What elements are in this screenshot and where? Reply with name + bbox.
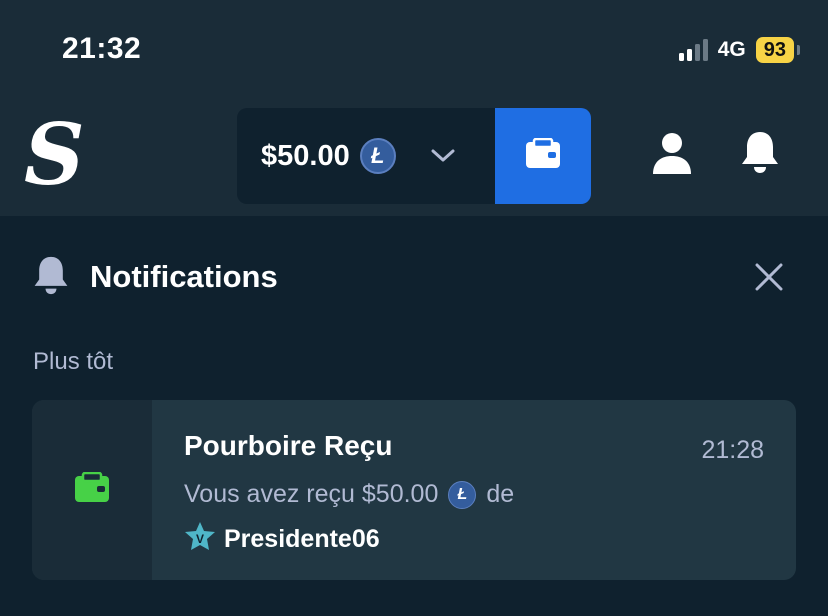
close-button[interactable] [752, 260, 786, 294]
chevron-down-icon [430, 143, 456, 169]
notification-message: Vous avez reçu $50.00 Ł de [184, 480, 764, 509]
sender-name: Presidente06 [224, 525, 380, 553]
notification-title: Pourboire Reçu [184, 430, 393, 461]
close-icon [755, 263, 783, 291]
wallet-icon [524, 137, 562, 175]
bell-icon [740, 130, 780, 179]
notification-time: 21:28 [701, 436, 764, 464]
notification-sender[interactable]: V Presidente06 [184, 521, 764, 558]
notification-item[interactable]: Pourboire Reçu 21:28 Vous avez reçu $50.… [32, 400, 796, 580]
litecoin-icon: Ł [359, 138, 396, 174]
battery-indicator: 93 [755, 37, 801, 63]
notification-body: Pourboire Reçu 21:28 Vous avez reçu $50.… [152, 400, 796, 580]
litecoin-icon: Ł [448, 480, 477, 509]
notifications-button[interactable] [738, 130, 782, 178]
balance-group: $50.00 Ł [237, 108, 591, 204]
wallet-button[interactable] [495, 108, 591, 204]
bell-icon [32, 255, 70, 300]
user-icon [652, 132, 692, 179]
notification-icon-column [32, 400, 152, 580]
balance-amount: $50.00 [261, 139, 350, 172]
notifications-header: Notifications [32, 252, 792, 302]
app-logo[interactable]: S [24, 112, 85, 198]
network-type: 4G [717, 38, 746, 61]
svg-text:V: V [196, 532, 204, 546]
signal-icon [678, 39, 708, 61]
profile-button[interactable] [650, 132, 694, 178]
status-time: 21:32 [62, 32, 142, 65]
notification-message-prefix: Vous avez reçu $50.00 [184, 480, 439, 508]
balance-selector[interactable]: $50.00 Ł [237, 108, 495, 204]
section-label: Plus tôt [33, 348, 114, 375]
vip-star-icon: V [184, 521, 216, 558]
notification-message-suffix: de [486, 480, 515, 508]
wallet-icon [73, 471, 111, 509]
status-indicators: 4G 93 [678, 36, 801, 64]
notifications-title: Notifications [90, 259, 278, 294]
